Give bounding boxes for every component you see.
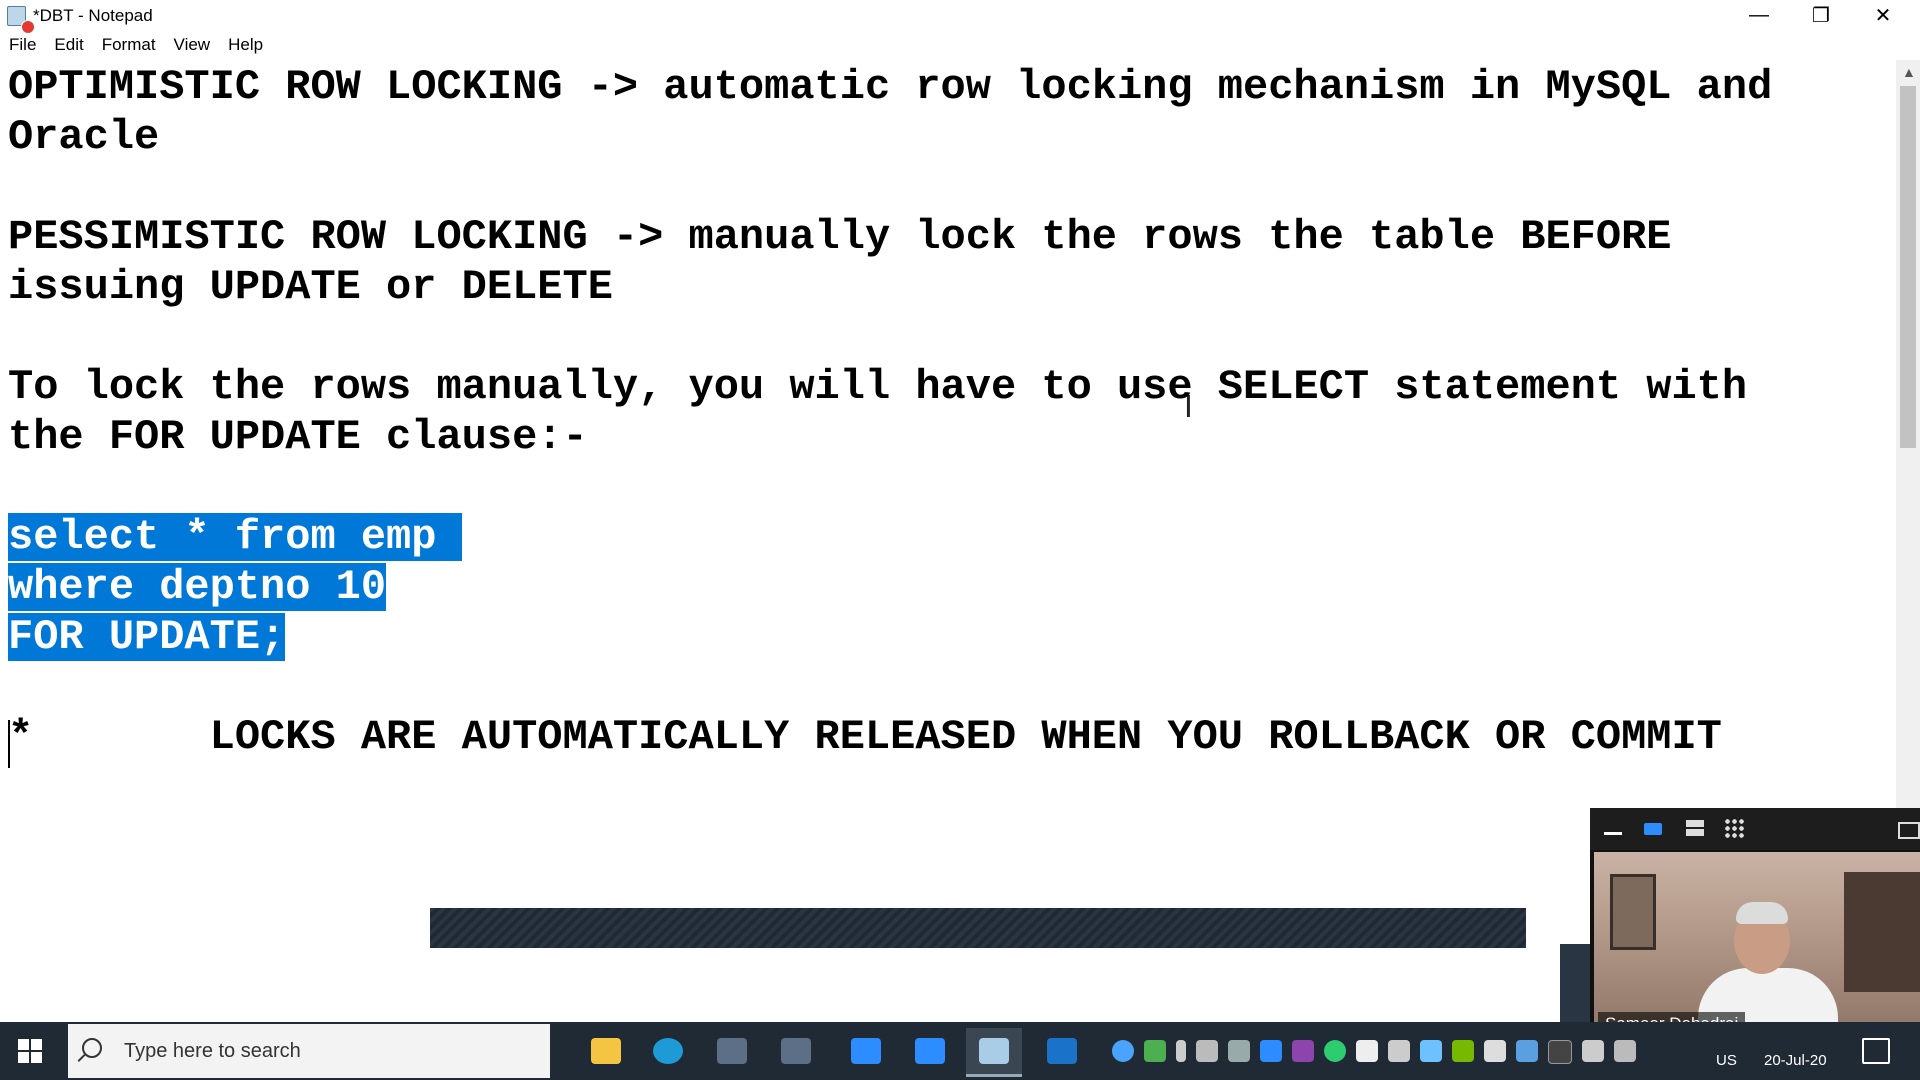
search-placeholder: Type here to search bbox=[124, 1040, 301, 1062]
notepad-taskbar-icon[interactable] bbox=[966, 1028, 1022, 1077]
snowflake-icon[interactable] bbox=[1420, 1040, 1442, 1062]
menu-edit[interactable]: Edit bbox=[45, 32, 92, 58]
utorrent-icon[interactable] bbox=[1324, 1040, 1346, 1062]
close-button[interactable]: ✕ bbox=[1852, 0, 1914, 30]
minimize-video-icon[interactable] bbox=[1602, 818, 1624, 838]
scroll-up-icon[interactable]: ▲ bbox=[1902, 64, 1916, 80]
title-bar: *DBT - Notepad — ❐ ✕ bbox=[0, 0, 1920, 34]
edit-icon[interactable] bbox=[1516, 1040, 1538, 1062]
selected-text: where deptno 10 bbox=[8, 563, 387, 611]
thumbnail-view-icon[interactable] bbox=[1684, 818, 1706, 838]
line-text: * LOCKS ARE AUTOMATICALLY RELEASED WHEN … bbox=[8, 713, 1722, 761]
input-language[interactable]: US bbox=[1716, 1052, 1737, 1069]
selected-text: FOR UPDATE; bbox=[8, 613, 286, 661]
whiteboard-icon[interactable] bbox=[1034, 1028, 1090, 1074]
restore-button[interactable]: ❐ bbox=[1790, 0, 1852, 30]
taskbar-search[interactable]: Type here to search bbox=[68, 1024, 550, 1078]
editor-line: select * from emp bbox=[8, 512, 462, 562]
line-text: PESSIMISTIC ROW LOCKING -> manually lock… bbox=[8, 213, 1672, 261]
menu-help[interactable]: Help bbox=[219, 32, 272, 58]
search-icon bbox=[82, 1038, 102, 1058]
edge-icon[interactable] bbox=[640, 1028, 696, 1074]
zoom-meeting-icon[interactable] bbox=[902, 1028, 958, 1074]
scrollbar-thumb[interactable] bbox=[1900, 86, 1916, 448]
menu-format[interactable]: Format bbox=[93, 32, 165, 58]
menu-view[interactable]: View bbox=[165, 32, 220, 58]
line-text: Oracle bbox=[8, 113, 160, 161]
microphone-icon[interactable] bbox=[1176, 1040, 1186, 1062]
line-text: OPTIMISTIC ROW LOCKING -> automatic row … bbox=[8, 63, 1773, 111]
editor-line: FOR UPDATE; bbox=[8, 612, 286, 662]
notification-icon[interactable] bbox=[1862, 1038, 1890, 1064]
taskbar: Type here to search US 20-Jul-20 bbox=[0, 1022, 1920, 1080]
windows-start-icon[interactable] bbox=[18, 1039, 42, 1063]
zoom-tray-icon[interactable] bbox=[1260, 1040, 1282, 1062]
shield-icon[interactable] bbox=[1356, 1040, 1378, 1062]
sql-window-icon[interactable] bbox=[704, 1028, 760, 1074]
editor-line: OPTIMISTIC ROW LOCKING -> automatic row … bbox=[8, 62, 1772, 112]
steam-icon[interactable] bbox=[1228, 1040, 1250, 1062]
volume-icon[interactable] bbox=[1582, 1040, 1604, 1062]
minimize-button[interactable]: — bbox=[1728, 0, 1790, 30]
editor-line: * LOCKS ARE AUTOMATICALLY RELEASED WHEN … bbox=[8, 712, 1722, 762]
editor-line: Oracle bbox=[8, 112, 159, 162]
file-explorer-icon[interactable] bbox=[578, 1028, 634, 1074]
battery-icon[interactable] bbox=[1196, 1040, 1218, 1062]
clock-date[interactable]: 20-Jul-20 bbox=[1764, 1052, 1827, 1069]
line-text: issuing UPDATE or DELETE bbox=[8, 263, 613, 311]
menu-bar: File Edit Format View Help bbox=[0, 32, 272, 58]
editor-line: issuing UPDATE or DELETE bbox=[8, 262, 613, 312]
window-title: *DBT - Notepad bbox=[33, 6, 153, 25]
line-text: To lock the rows manually, you will have… bbox=[8, 363, 1748, 411]
active-speaker-view-icon[interactable] bbox=[1642, 818, 1664, 838]
notepad-icon bbox=[6, 4, 35, 34]
wifi-icon[interactable] bbox=[1388, 1040, 1410, 1062]
editor-line: To lock the rows manually, you will have… bbox=[8, 362, 1747, 412]
sql-window-2-icon[interactable] bbox=[768, 1028, 824, 1074]
video-feed: Sameer Dehadrai bbox=[1594, 852, 1920, 1040]
onenote-icon[interactable] bbox=[1292, 1040, 1314, 1062]
tablet-icon[interactable] bbox=[1484, 1040, 1506, 1062]
editor-line: PESSIMISTIC ROW LOCKING -> manually lock… bbox=[8, 212, 1671, 262]
dolby-icon[interactable] bbox=[1548, 1040, 1572, 1064]
nvidia-icon[interactable] bbox=[1452, 1040, 1474, 1062]
editor-line: where deptno 10 bbox=[8, 562, 387, 612]
selected-text: select * from emp bbox=[8, 513, 462, 561]
line-text: the FOR UPDATE clause:- bbox=[8, 413, 588, 461]
help-icon[interactable] bbox=[1112, 1040, 1134, 1062]
security-icon[interactable] bbox=[1144, 1040, 1166, 1062]
screen-share-toolbar[interactable] bbox=[430, 908, 1526, 948]
video-panel[interactable]: Sameer Dehadrai bbox=[1590, 808, 1920, 1040]
editor-line: the FOR UPDATE clause:- bbox=[8, 412, 588, 462]
pen-icon[interactable] bbox=[1614, 1040, 1636, 1062]
zoom-icon[interactable] bbox=[838, 1028, 894, 1074]
menu-file[interactable]: File bbox=[0, 32, 45, 58]
system-tray bbox=[1112, 1040, 1636, 1064]
video-panel-toolbar bbox=[1590, 808, 1920, 850]
expand-video-icon[interactable] bbox=[1896, 818, 1920, 839]
gallery-view-icon[interactable] bbox=[1724, 818, 1746, 838]
